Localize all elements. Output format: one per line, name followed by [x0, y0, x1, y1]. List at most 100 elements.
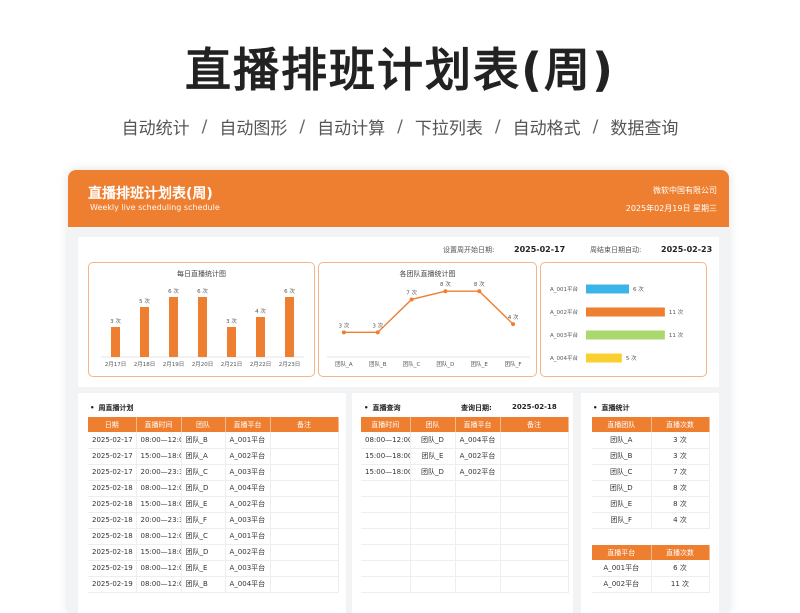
table-cell[interactable] [270, 560, 339, 577]
table-cell[interactable]: 20:00—23:30 [136, 512, 182, 529]
table-cell[interactable]: A_003平台 [225, 512, 271, 529]
table-cell[interactable]: 团队_D [592, 480, 652, 497]
table-cell[interactable]: 20:00—23:30 [136, 464, 182, 481]
table-cell[interactable]: A_003平台 [225, 560, 271, 577]
table-cell[interactable]: 团队_C [181, 528, 226, 545]
table-cell[interactable]: 6 次 [651, 560, 710, 577]
table-row[interactable]: 15:00—18:00 团队_E A_002平台 [361, 448, 569, 465]
table-cell[interactable] [270, 448, 339, 465]
table-cell[interactable]: 2025-02-18 [88, 480, 137, 497]
table-cell[interactable] [270, 544, 339, 561]
table-cell[interactable]: A_001平台 [592, 560, 652, 577]
table-row[interactable]: 2025-02-1908:00—12:00团队_EA_003平台 [88, 560, 339, 577]
table-row[interactable]: 2025-02-1820:00—23:30团队_FA_003平台 [88, 512, 339, 529]
table-cell[interactable]: 4 次 [651, 512, 710, 529]
table-cell[interactable]: 团队_C [592, 464, 652, 481]
table-cell[interactable]: A_002平台 [592, 576, 652, 593]
table-cell[interactable] [270, 512, 339, 529]
table-row[interactable]: 团队_D 8 次 [592, 480, 710, 497]
table-cell[interactable]: 15:00—18:00 [361, 448, 411, 465]
table-cell[interactable]: 2025-02-17 [88, 464, 137, 481]
table-cell[interactable] [270, 432, 339, 449]
table-cell[interactable]: 08:00—12:00 [136, 576, 182, 593]
table-cell[interactable]: A_004平台 [225, 480, 271, 497]
table-cell[interactable]: 11 次 [651, 576, 710, 593]
table-cell[interactable]: 2025-02-19 [88, 576, 137, 593]
table-cell[interactable]: 08:00—12:00 [136, 560, 182, 577]
table-cell[interactable]: 2025-02-18 [88, 528, 137, 545]
table-cell[interactable]: 团队_D [410, 432, 456, 449]
table-cell[interactable]: 团队_E [181, 560, 226, 577]
table-cell[interactable]: 08:00—12:00 [361, 432, 411, 449]
table-cell[interactable]: 8 次 [651, 496, 710, 513]
table-cell[interactable]: 2025-02-18 [88, 496, 137, 513]
table-row[interactable]: 团队_C 7 次 [592, 464, 710, 481]
table-cell[interactable]: 团队_A [592, 432, 652, 449]
table-cell[interactable]: A_002平台 [455, 464, 501, 481]
table-cell[interactable]: 7 次 [651, 464, 710, 481]
table-cell[interactable]: 08:00—12:00 [136, 480, 182, 497]
table-row[interactable]: A_001平台 6 次 [592, 560, 710, 577]
table-cell[interactable]: 15:00—18:00 [136, 544, 182, 561]
table-cell[interactable]: 团队_E [181, 496, 226, 513]
table-cell[interactable]: A_001平台 [225, 528, 271, 545]
table-cell[interactable]: A_002平台 [455, 448, 501, 465]
table-row[interactable]: 团队_B 3 次 [592, 448, 710, 465]
table-cell[interactable]: 2025-02-18 [88, 544, 137, 561]
query-date-input[interactable]: 2025-02-18 [512, 403, 557, 411]
table-cell[interactable]: 15:00—18:00 [136, 496, 182, 513]
table-cell[interactable]: 3 次 [651, 448, 710, 465]
table-row[interactable]: 团队_F 4 次 [592, 512, 710, 529]
table-cell[interactable]: 团队_F [592, 512, 652, 529]
table-cell[interactable]: 团队_D [410, 464, 456, 481]
table-row[interactable]: 2025-02-1808:00—12:00团队_DA_004平台 [88, 480, 339, 497]
table-cell[interactable]: 2025-02-17 [88, 432, 137, 449]
table-cell[interactable]: 08:00—12:00 [136, 528, 182, 545]
table-cell[interactable]: A_004平台 [455, 432, 501, 449]
table-cell[interactable]: A_002平台 [225, 544, 271, 561]
table-cell[interactable]: 15:00—18:00 [361, 464, 411, 481]
table-cell[interactable] [270, 576, 339, 593]
table-cell[interactable]: A_003平台 [225, 464, 271, 481]
table-cell[interactable]: A_001平台 [225, 432, 271, 449]
table-row[interactable]: 团队_A 3 次 [592, 432, 710, 449]
table-row[interactable]: 2025-02-1708:00—12:00团队_BA_001平台 [88, 432, 339, 449]
table-cell[interactable]: 团队_E [410, 448, 456, 465]
table-cell[interactable]: 团队_B [181, 576, 226, 593]
table-row[interactable]: 2025-02-1815:00—18:00团队_DA_002平台 [88, 544, 339, 561]
table-cell[interactable] [270, 480, 339, 497]
table-cell[interactable]: 团队_A [181, 448, 226, 465]
table-row[interactable]: 15:00—18:00 团队_D A_002平台 [361, 464, 569, 481]
table-cell[interactable]: 团队_E [592, 496, 652, 513]
table-row[interactable]: 2025-02-1815:00—18:00团队_EA_002平台 [88, 496, 339, 513]
table-row[interactable]: 团队_E 8 次 [592, 496, 710, 513]
table-row[interactable]: A_002平台 11 次 [592, 576, 710, 593]
table-cell[interactable]: A_004平台 [225, 576, 271, 593]
table-row[interactable]: 2025-02-1720:00—23:30团队_CA_003平台 [88, 464, 339, 481]
table-row[interactable]: 2025-02-1808:00—12:00团队_CA_001平台 [88, 528, 339, 545]
table-cell[interactable] [500, 432, 569, 449]
table-cell[interactable]: 团队_B [592, 448, 652, 465]
table-cell[interactable]: 团队_F [181, 512, 226, 529]
table-cell[interactable]: 2025-02-18 [88, 512, 137, 529]
table-row[interactable]: 08:00—12:00 团队_D A_004平台 [361, 432, 569, 449]
start-date-input[interactable]: 2025-02-17 [514, 245, 565, 254]
table-row[interactable]: 2025-02-1715:00—18:00团队_AA_002平台 [88, 448, 339, 465]
table-cell[interactable] [270, 528, 339, 545]
table-cell[interactable]: 08:00—12:00 [136, 432, 182, 449]
table-cell[interactable]: 15:00—18:00 [136, 448, 182, 465]
table-cell[interactable]: 团队_D [181, 480, 226, 497]
table-cell[interactable]: 8 次 [651, 480, 710, 497]
table-cell[interactable]: 团队_C [181, 464, 226, 481]
table-cell[interactable] [270, 496, 339, 513]
table-cell[interactable] [500, 464, 569, 481]
table-cell[interactable] [500, 448, 569, 465]
table-cell[interactable]: 2025-02-19 [88, 560, 137, 577]
table-cell[interactable]: A_002平台 [225, 496, 271, 513]
table-row[interactable]: 2025-02-1908:00—12:00团队_BA_004平台 [88, 576, 339, 593]
table-cell[interactable]: 2025-02-17 [88, 448, 137, 465]
table-cell[interactable]: A_002平台 [225, 448, 271, 465]
table-cell[interactable]: 团队_B [181, 432, 226, 449]
table-cell[interactable]: 团队_D [181, 544, 226, 561]
table-cell[interactable] [270, 464, 339, 481]
